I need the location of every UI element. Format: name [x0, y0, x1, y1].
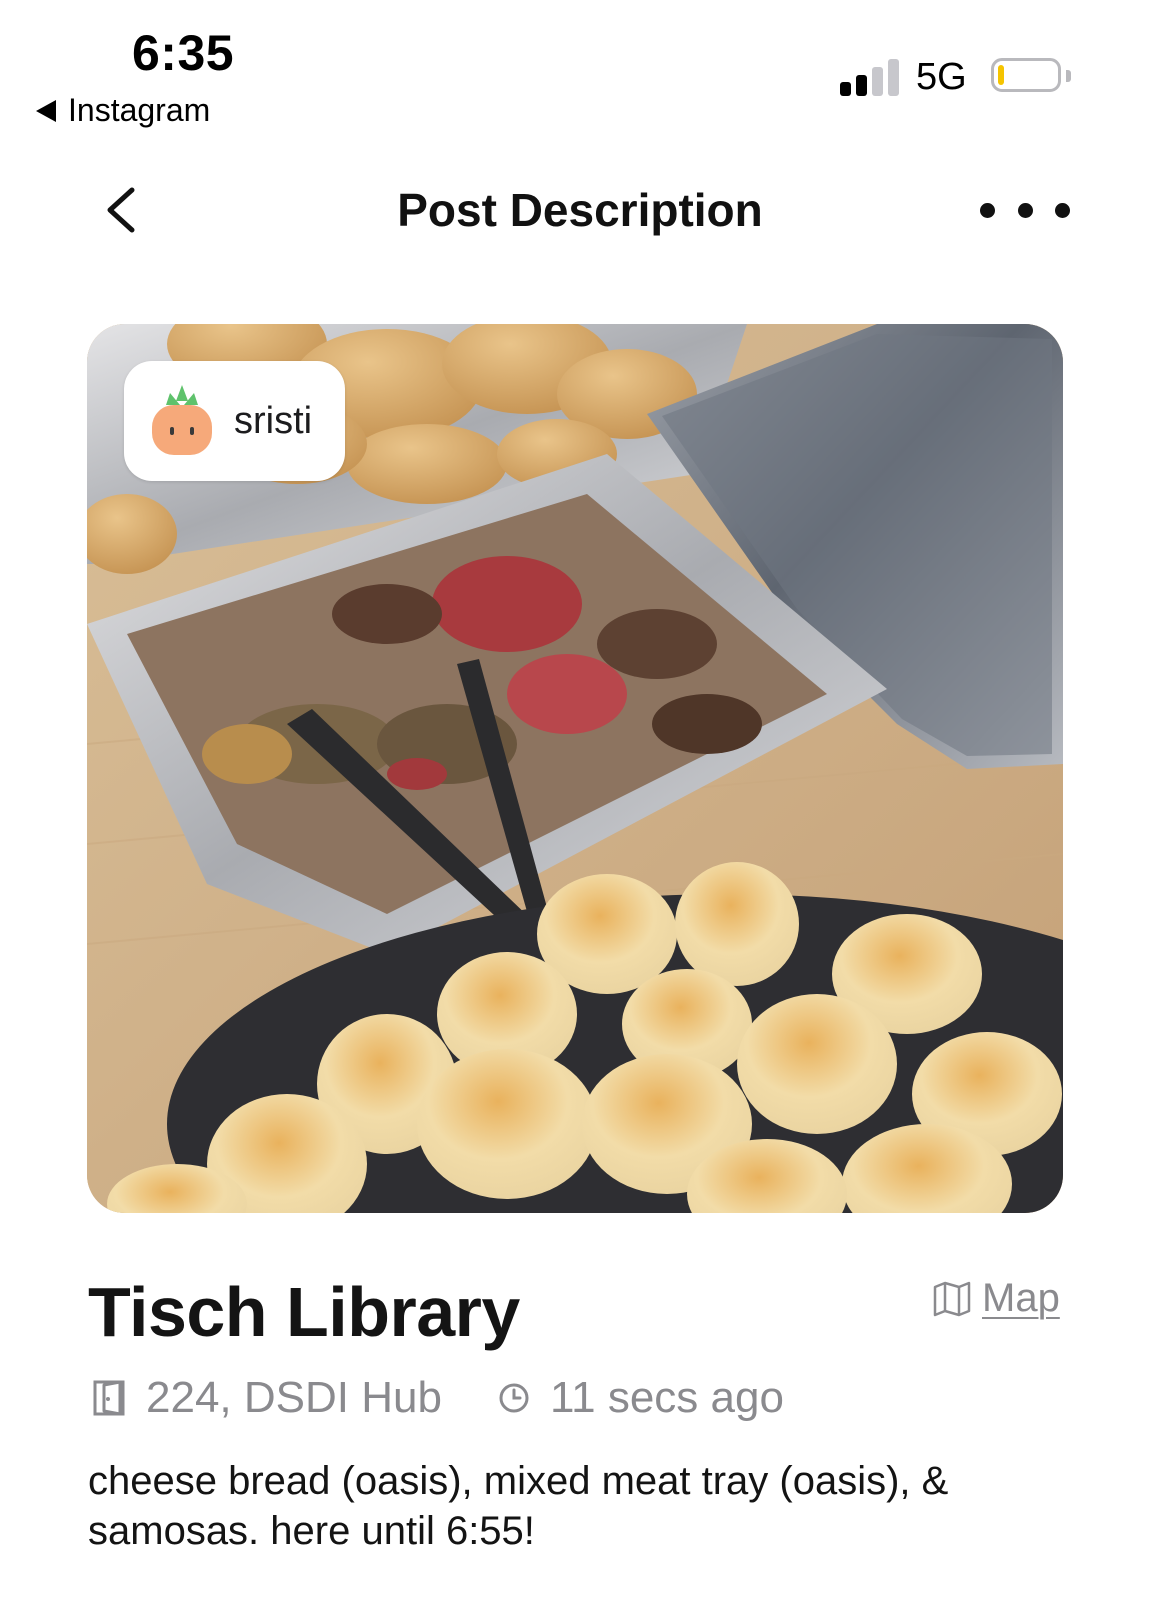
post-description: cheese bread (oasis), mixed meat tray (o…: [88, 1459, 949, 1553]
more-dot: [1017, 202, 1033, 218]
signal-strength-icon: [840, 58, 900, 96]
back-triangle-icon: [36, 99, 56, 122]
more-options-button[interactable]: [980, 188, 1070, 232]
battery-icon: [991, 58, 1061, 92]
battery-level: [998, 65, 1004, 85]
time-posted: 11 secs ago: [549, 1373, 784, 1422]
room-info: 224, DSDI Hub: [92, 1373, 442, 1423]
post-meta: 224, DSDI Hub 11 secs ago: [92, 1372, 784, 1424]
battery-cap: [1066, 70, 1071, 82]
room-label: 224, DSDI Hub: [146, 1373, 442, 1422]
map-icon: [933, 1281, 971, 1316]
more-dot: [1055, 202, 1070, 218]
status-bar: 6:35 Instagram 5G: [0, 0, 1170, 140]
door-icon: [93, 1380, 125, 1416]
location-title: Tisch Library: [88, 1273, 520, 1351]
onion-avatar-icon: [150, 385, 214, 457]
map-link[interactable]: Map: [932, 1276, 1060, 1321]
author-name: sristi: [234, 399, 313, 442]
signal-bar: [856, 75, 867, 96]
network-type: 5G: [916, 56, 967, 98]
clock-icon: [499, 1383, 529, 1413]
signal-bar: [840, 82, 851, 96]
signal-bar: [872, 67, 883, 96]
signal-bar: [888, 59, 899, 96]
time-info: 11 secs ago: [498, 1373, 784, 1423]
back-to-instagram-link[interactable]: Instagram: [36, 92, 210, 129]
map-link-label: Map: [982, 1276, 1060, 1320]
status-time: 6:35: [132, 25, 235, 81]
more-dot: [980, 202, 995, 218]
author-chip[interactable]: sristi: [124, 361, 345, 481]
back-app-label: Instagram: [68, 92, 211, 128]
